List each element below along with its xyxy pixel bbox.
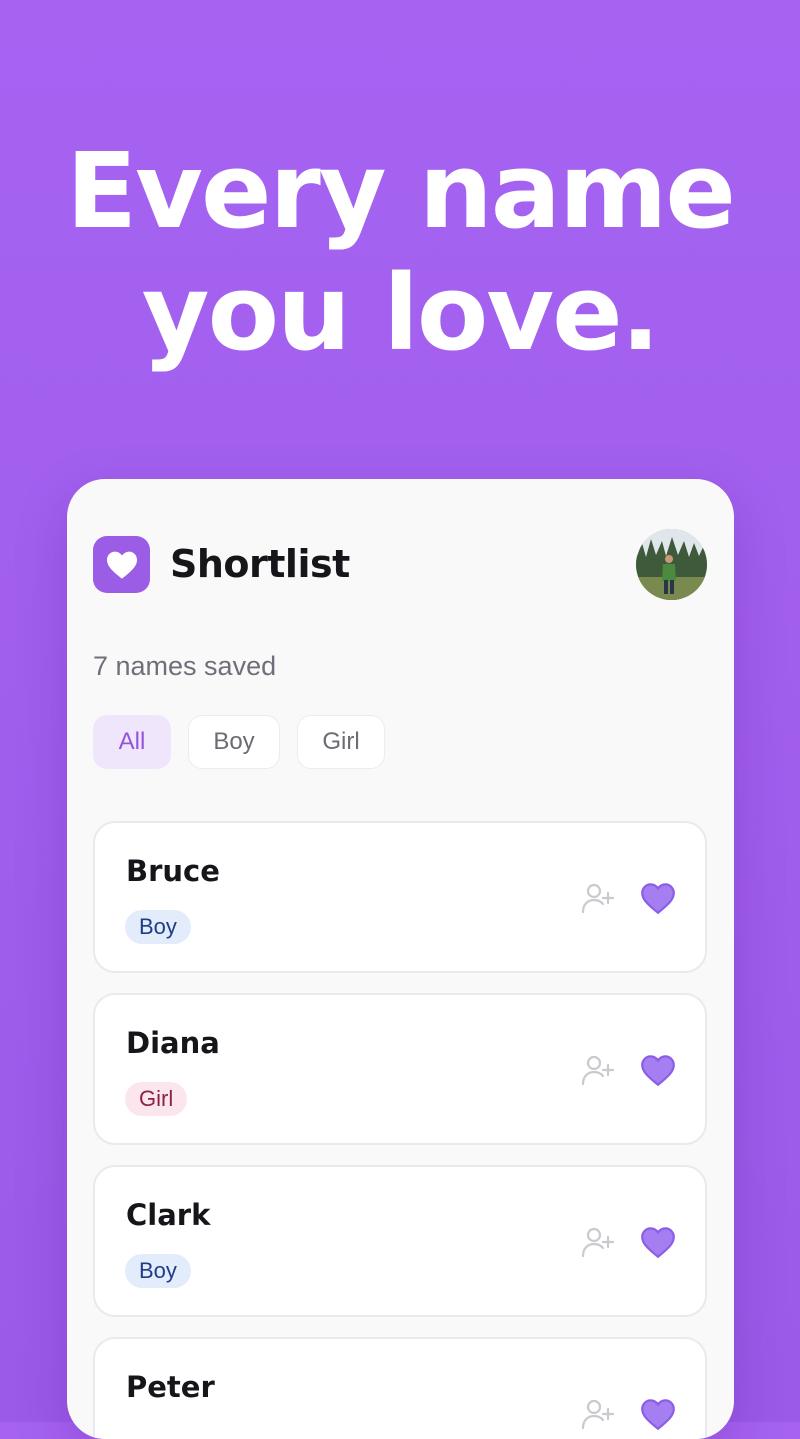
add-person-icon[interactable] [581,1397,615,1431]
names-saved-count: 7 names saved [93,651,277,681]
name-label: Diana [126,1026,220,1060]
name-label: Bruce [126,854,220,888]
add-person-icon[interactable] [581,1225,615,1259]
page-title: Shortlist [170,542,350,586]
heart-icon [106,551,137,579]
heart-icon[interactable] [640,1398,676,1431]
add-person-icon[interactable] [581,1053,615,1087]
filter-tabs: All Boy Girl [93,715,385,769]
name-card[interactable]: Peter [93,1337,707,1439]
name-label: Clark [126,1198,211,1232]
avatar[interactable] [636,529,707,600]
heart-icon[interactable] [640,882,676,915]
name-label: Peter [126,1370,215,1404]
heart-icon[interactable] [640,1226,676,1259]
gender-tag: Girl [125,1082,188,1116]
filter-all[interactable]: All [93,715,171,769]
add-person-icon[interactable] [581,881,615,915]
headline-line-2: you love. [141,252,660,374]
name-card[interactable]: Clark Boy [93,1165,707,1317]
app-logo [93,536,150,593]
name-card[interactable]: Diana Girl [93,993,707,1145]
filter-boy[interactable]: Boy [188,715,280,769]
name-list: Bruce Boy Diana Girl Clark Boy Peter [93,821,707,1439]
headline-line-1: Every name [66,130,736,252]
gender-tag: Boy [125,1254,191,1288]
name-card[interactable]: Bruce Boy [93,821,707,973]
gender-tag: Boy [125,910,191,944]
heart-icon[interactable] [640,1054,676,1087]
headline: Every name you love. [0,130,800,374]
app-card: Shortlist 7 names saved All Boy Girl Bru… [67,479,734,1439]
filter-girl[interactable]: Girl [297,715,385,769]
